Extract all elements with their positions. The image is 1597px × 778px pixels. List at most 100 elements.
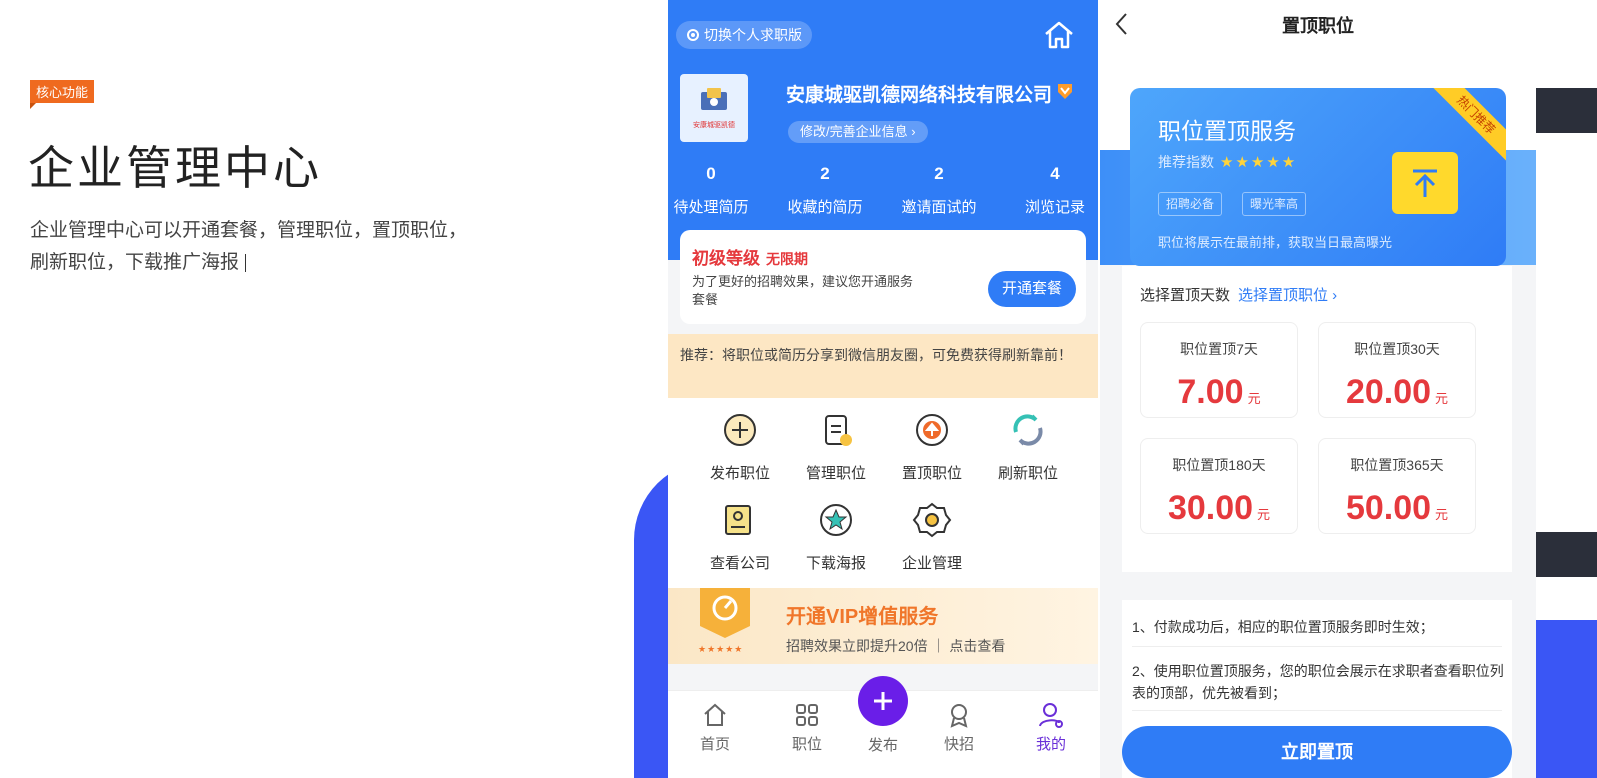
- tab-jobs[interactable]: 职位: [772, 701, 842, 754]
- grid-item-label: 管理职位: [805, 465, 866, 482]
- grid-item-label: 下载海报: [805, 555, 866, 572]
- arrow-up-circle-icon: [916, 414, 948, 446]
- plus-icon: [874, 692, 892, 710]
- top-arrow-box: [1392, 152, 1458, 214]
- grid-item-manage-jobs[interactable]: 管理职位: [788, 410, 884, 483]
- tab-mine[interactable]: 我的: [1016, 701, 1086, 754]
- edit-company-button[interactable]: 修改/完善企业信息 ›: [788, 121, 928, 143]
- tab-label: 首页: [699, 736, 730, 753]
- nav-title: 置顶职位: [1282, 16, 1354, 36]
- stat-label: 待处理简历: [673, 199, 749, 216]
- price-value: 50.00 元: [1319, 489, 1475, 528]
- price-value: 30.00 元: [1141, 489, 1297, 528]
- grid-item-download-poster[interactable]: 下载海报: [788, 500, 884, 573]
- divider: [1132, 646, 1502, 647]
- top-job-screen: 置顶职位 职位置顶服务 推荐指数 ★★★★★ 招聘必备 曝光率高 职位将展示在最前…: [1100, 0, 1536, 778]
- vip-stars: ★★★★★: [698, 644, 744, 654]
- decorative-dark-block: [1536, 88, 1597, 133]
- price-option-365d[interactable]: 职位置顶365天 50.00 元: [1318, 438, 1476, 534]
- gear-icon: [687, 29, 699, 41]
- arrow-top-icon: [1413, 169, 1437, 197]
- plus-circle-icon: [724, 414, 756, 446]
- stat-browse-history[interactable]: 4 浏览记录: [1010, 164, 1098, 217]
- vip-service-banner[interactable]: ★★★★★ 开通VIP增值服务 招聘效果立即提升20倍 ｜ 点击查看: [668, 588, 1098, 664]
- level-duration: 无限期: [766, 251, 808, 267]
- user-icon: [1039, 703, 1063, 728]
- price-value: 7.00 元: [1141, 373, 1297, 412]
- level-title: 初级等级 无限期: [692, 244, 808, 269]
- nav-bar: 置顶职位: [1100, 0, 1536, 50]
- decorative-dark-block: [1536, 532, 1597, 577]
- note-item: 1、付款成功后，相应的职位置顶服务即时生效；: [1132, 619, 1434, 635]
- stat-label: 邀请面试的: [901, 199, 977, 216]
- selection-header: 选择置顶天数 选择置顶职位 ›: [1140, 284, 1337, 305]
- switch-personal-button[interactable]: 切换个人求职版: [676, 21, 812, 49]
- level-name: 初级等级: [692, 249, 760, 268]
- function-grid: 发布职位 管理职位 置顶职位 刷新职位 查看公司 下载海报 企业管理: [668, 398, 1098, 588]
- stat-label: 收藏的简历: [787, 199, 863, 216]
- stat-label: 浏览记录: [1024, 199, 1085, 216]
- home-icon[interactable]: [1042, 18, 1076, 52]
- grid-item-top-job[interactable]: 置顶职位: [884, 410, 980, 483]
- price-value: 20.00 元: [1319, 373, 1475, 412]
- grid-item-label: 发布职位: [709, 465, 770, 482]
- service-note: 职位将展示在最前排，获取当日最高曝光: [1158, 235, 1393, 250]
- company-logo: 安康城驱凯德: [680, 74, 748, 142]
- publish-label: 发布: [867, 737, 898, 754]
- grid-item-label: 置顶职位: [901, 465, 962, 482]
- stat-saved-resumes[interactable]: 2 收藏的简历: [780, 164, 870, 217]
- price-unit: 元: [1435, 507, 1449, 522]
- note-item: 2、使用职位置顶服务，您的职位会展示在求职者查看职位列表的顶部，优先被看到；: [1132, 663, 1504, 701]
- price-unit: 元: [1247, 391, 1261, 406]
- price-option-30d[interactable]: 职位置顶30天 20.00 元: [1318, 322, 1476, 418]
- switch-personal-label: 切换个人求职版: [704, 27, 802, 43]
- grid-item-publish-job[interactable]: 发布职位: [692, 410, 788, 483]
- recommend-index: 推荐指数 ★★★★★: [1158, 152, 1297, 172]
- price-amount: 30.00: [1167, 489, 1254, 527]
- tab-label: 快招: [943, 736, 974, 753]
- tab-label: 职位: [791, 736, 822, 753]
- service-tag: 招聘必备: [1158, 192, 1223, 216]
- stat-interview-invites[interactable]: 2 邀请面试的: [894, 164, 984, 217]
- vip-title: 开通VIP增值服务: [786, 606, 939, 628]
- top-now-button[interactable]: 立即置顶: [1122, 726, 1512, 778]
- price-option-180d[interactable]: 职位置顶180天 30.00 元: [1140, 438, 1298, 534]
- price-label: 职位置顶365天: [1350, 457, 1444, 473]
- grid-item-enterprise-manage[interactable]: 企业管理: [884, 500, 980, 573]
- price-amount: 20.00: [1345, 373, 1432, 411]
- vip-subtitle: 招聘效果立即提升20倍 ｜ 点击查看: [786, 638, 1006, 654]
- vip-badge-icon: [1058, 84, 1072, 99]
- day-selection-panel: 选择置顶天数 选择置顶职位 › 职位置顶7天 7.00 元 职位置顶30天 20.0…: [1122, 266, 1512, 572]
- price-amount: 50.00: [1345, 489, 1432, 527]
- stat-pending-resumes[interactable]: 0 待处理简历: [668, 164, 756, 217]
- price-option-7d[interactable]: 职位置顶7天 7.00 元: [1140, 322, 1298, 418]
- stat-value: 0: [706, 164, 716, 183]
- recommend-label: 推荐指数: [1158, 154, 1214, 170]
- enterprise-center-screen: 切换个人求职版 安康城驱凯德 安康城驱凯德网络科技有限公司 修改/完善企业信息 …: [668, 0, 1098, 778]
- publish-button[interactable]: [858, 676, 908, 726]
- divider: [1132, 710, 1502, 711]
- company-card-icon: [725, 505, 751, 535]
- service-title: 职位置顶服务: [1158, 118, 1296, 144]
- tab-quick-hire[interactable]: 快招: [924, 701, 994, 754]
- grid-icon: [796, 704, 818, 726]
- price-label: 职位置顶30天: [1354, 341, 1440, 357]
- price-label: 职位置顶180天: [1172, 457, 1266, 473]
- intro-desc-line1: 企业管理中心可以开通套餐，管理职位，置顶职位，: [30, 219, 468, 241]
- medal-icon: [950, 704, 968, 728]
- grid-item-refresh-job[interactable]: 刷新职位: [980, 410, 1076, 483]
- price-label: 职位置顶7天: [1180, 341, 1258, 357]
- company-name: 安康城驱凯德网络科技有限公司: [786, 85, 1053, 106]
- select-job-link[interactable]: 选择置顶职位 ›: [1238, 287, 1337, 304]
- home-icon: [704, 703, 726, 726]
- intro-desc-line2: 刷新职位，下载推广海报: [30, 246, 510, 278]
- text-caret: [245, 254, 247, 272]
- open-package-button[interactable]: 开通套餐: [988, 271, 1076, 307]
- grid-item-label: 刷新职位: [997, 465, 1058, 482]
- stat-value: 2: [934, 164, 944, 183]
- tab-label: 我的: [1035, 736, 1066, 753]
- speedometer-icon: [700, 588, 750, 638]
- grid-item-view-company[interactable]: 查看公司: [692, 500, 788, 573]
- tab-home[interactable]: 首页: [680, 701, 750, 754]
- top-service-card: 职位置顶服务 推荐指数 ★★★★★ 招聘必备 曝光率高 职位将展示在最前排，获取当…: [1130, 88, 1506, 266]
